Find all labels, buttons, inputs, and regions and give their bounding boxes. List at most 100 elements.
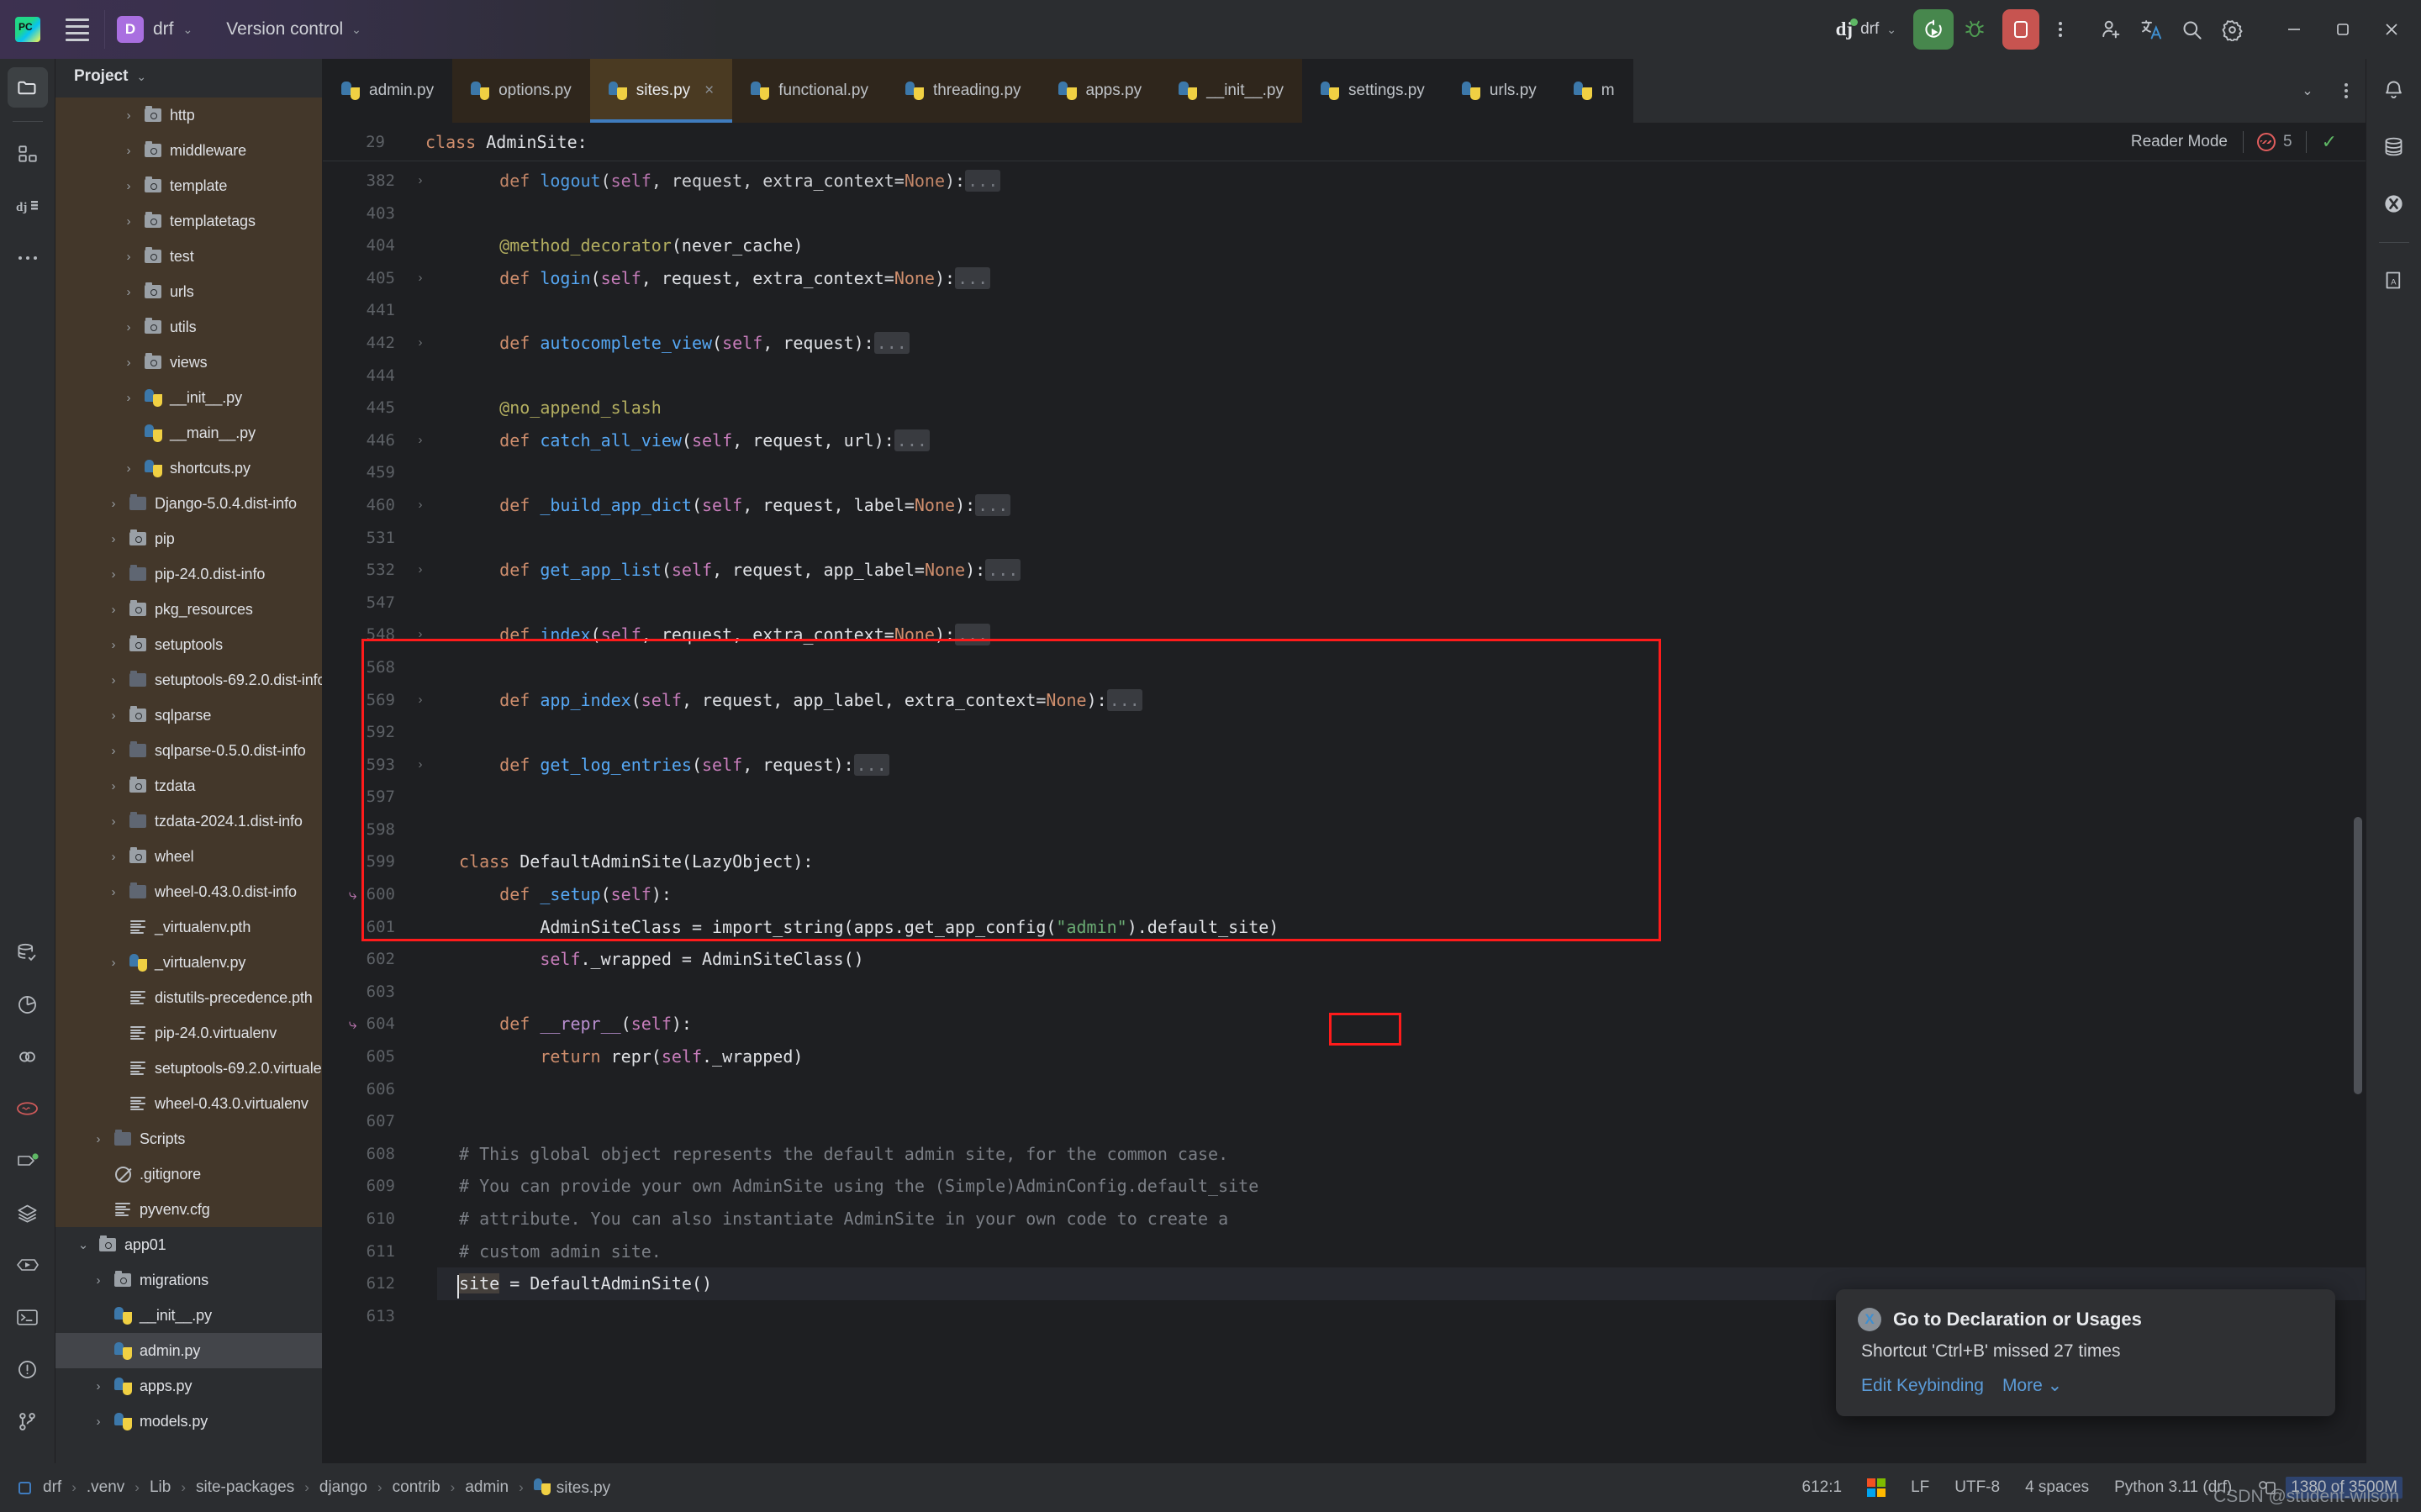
chevron-right-icon[interactable]: › bbox=[106, 850, 121, 864]
tree-item-shortcuts-py[interactable]: ›shortcuts.py bbox=[55, 450, 322, 486]
memory-indicator[interactable]: 1380 of 3500M bbox=[2257, 1477, 2403, 1499]
editor-tab-options-py[interactable]: options.py bbox=[452, 59, 590, 123]
gear-icon[interactable] bbox=[2213, 10, 2251, 49]
breadcrumb-item-django[interactable]: django bbox=[315, 1478, 372, 1497]
tree-item-urls[interactable]: ›urls bbox=[55, 274, 322, 309]
chevron-right-icon[interactable]: › bbox=[121, 391, 136, 405]
dictionary-icon[interactable]: A bbox=[2374, 260, 2414, 300]
chevron-right-icon[interactable]: › bbox=[106, 779, 121, 793]
search-icon[interactable] bbox=[2172, 10, 2211, 49]
run-configuration-selector[interactable]: dj drf ⌄ bbox=[1828, 18, 1905, 40]
check-icon[interactable]: ✓ bbox=[2307, 131, 2352, 153]
code-lines[interactable]: def logout(self, request, extra_context=… bbox=[437, 161, 2366, 1463]
tree-item--virtualenv-pth[interactable]: _virtualenv.pth bbox=[55, 909, 322, 945]
chevron-down-icon[interactable]: ⌄ bbox=[76, 1237, 91, 1252]
interpreter-selector[interactable]: Python 3.11 (drf) bbox=[2114, 1478, 2232, 1497]
notifications-problems-icon[interactable] bbox=[8, 1349, 48, 1389]
code-line[interactable] bbox=[437, 814, 2366, 846]
chevron-right-icon[interactable]: › bbox=[106, 532, 121, 546]
editor-tab-admin-py[interactable]: admin.py bbox=[323, 59, 452, 123]
tree-item-sqlparse-0-5-0-dist-info[interactable]: ›sqlparse-0.5.0.dist-info bbox=[55, 733, 322, 768]
terminal-icon[interactable] bbox=[8, 1297, 48, 1337]
breadcrumb[interactable]: drf›.venv›Lib›site-packages›django›contr… bbox=[39, 1478, 614, 1498]
code-line[interactable]: def catch_all_view(self, request, url):.… bbox=[437, 424, 2366, 457]
tree-item-wheel[interactable]: ›wheel bbox=[55, 839, 322, 874]
breadcrumb-item-admin[interactable]: admin bbox=[461, 1478, 513, 1497]
fold-toggle-icon[interactable]: › bbox=[404, 554, 437, 587]
code-line[interactable] bbox=[437, 456, 2366, 489]
tree-item-tzdata[interactable]: ›tzdata bbox=[55, 768, 322, 803]
profiler-icon[interactable] bbox=[8, 984, 48, 1025]
code-line[interactable] bbox=[437, 522, 2366, 555]
code-line[interactable]: def __repr__(self): bbox=[437, 1008, 2366, 1040]
database-icon[interactable] bbox=[2374, 126, 2414, 166]
code-line[interactable] bbox=[437, 1105, 2366, 1138]
chevron-right-icon[interactable]: › bbox=[121, 214, 136, 229]
project-tree[interactable]: ›http›middleware›template›templatetags›t… bbox=[55, 94, 322, 1463]
tree-item-setuptools[interactable]: ›setuptools bbox=[55, 627, 322, 662]
code-line[interactable] bbox=[437, 1073, 2366, 1106]
editor-tab-urls-py[interactable]: urls.py bbox=[1443, 59, 1555, 123]
code-line[interactable]: def app_index(self, request, app_label, … bbox=[437, 684, 2366, 717]
fold-toggle-icon[interactable]: › bbox=[404, 684, 437, 717]
chevron-right-icon[interactable]: › bbox=[91, 1132, 106, 1146]
breadcrumb-item-contrib[interactable]: contrib bbox=[388, 1478, 445, 1497]
more-tabs-icon[interactable]: ⌄ bbox=[2288, 59, 2327, 123]
code-line[interactable]: def get_app_list(self, request, app_labe… bbox=[437, 554, 2366, 587]
line-separator[interactable]: LF bbox=[1911, 1478, 1929, 1497]
version-control-menu[interactable]: Version control ⌄ bbox=[214, 0, 373, 59]
more-link[interactable]: More ⌄ bbox=[2002, 1375, 2062, 1396]
chevron-right-icon[interactable]: › bbox=[106, 638, 121, 652]
hamburger-menu-icon[interactable] bbox=[55, 0, 99, 59]
code-editor[interactable]: 3824034044054414424444454464594605315325… bbox=[323, 161, 2366, 1463]
tree-item-scripts[interactable]: ›Scripts bbox=[55, 1121, 322, 1156]
breadcrumb-item--venv[interactable]: .venv bbox=[82, 1478, 129, 1497]
chevron-right-icon[interactable]: › bbox=[106, 673, 121, 688]
tree-item-pip-24-0-dist-info[interactable]: ›pip-24.0.dist-info bbox=[55, 556, 322, 592]
chevron-right-icon[interactable]: › bbox=[106, 885, 121, 899]
code-line[interactable] bbox=[437, 360, 2366, 392]
translate-icon[interactable] bbox=[2132, 10, 2170, 49]
project-selector[interactable]: D drf ⌄ bbox=[110, 0, 199, 59]
caret-position[interactable]: 612:1 bbox=[1802, 1478, 1843, 1497]
tree-item--virtualenv-py[interactable]: ›_virtualenv.py bbox=[55, 945, 322, 980]
code-line[interactable]: def get_log_entries(self, request):... bbox=[437, 749, 2366, 782]
chevron-right-icon[interactable]: › bbox=[121, 461, 136, 476]
problems-icon[interactable] bbox=[8, 1088, 48, 1129]
tree-item-django-5-0-4-dist-info[interactable]: ›Django-5.0.4.dist-info bbox=[55, 486, 322, 521]
editor-tab-threading-py[interactable]: threading.py bbox=[887, 59, 1040, 123]
chevron-right-icon[interactable]: › bbox=[121, 356, 136, 370]
tree-item--init-py[interactable]: ›__init__.py bbox=[55, 380, 322, 415]
code-line[interactable]: class DefaultAdminSite(LazyObject): bbox=[437, 846, 2366, 878]
code-line[interactable]: def _build_app_dict(self, request, label… bbox=[437, 489, 2366, 522]
editor-tab-m[interactable]: m bbox=[1555, 59, 1633, 123]
windows-icon[interactable] bbox=[1867, 1478, 1886, 1497]
project-panel-header[interactable]: Project ⌄ bbox=[55, 59, 322, 94]
run-button[interactable] bbox=[1913, 9, 1954, 50]
python-packages-icon[interactable] bbox=[8, 1036, 48, 1077]
code-line[interactable]: def autocomplete_view(self, request):... bbox=[437, 327, 2366, 360]
more-tools-icon[interactable] bbox=[8, 238, 48, 278]
tree-item-sqlparse[interactable]: ›sqlparse bbox=[55, 698, 322, 733]
tree-item-pyvenv-cfg[interactable]: pyvenv.cfg bbox=[55, 1192, 322, 1227]
chevron-right-icon[interactable]: › bbox=[121, 179, 136, 193]
code-line[interactable]: def logout(self, request, extra_context=… bbox=[437, 165, 2366, 198]
reader-mode-label[interactable]: Reader Mode bbox=[2131, 133, 2243, 151]
chevron-right-icon[interactable]: › bbox=[106, 956, 121, 970]
close-icon[interactable] bbox=[2367, 0, 2416, 59]
fold-toggle-icon[interactable]: › bbox=[404, 489, 437, 522]
fold-toggle-icon[interactable]: › bbox=[404, 424, 437, 457]
tree-item-setuptools-69-2-0-dist-info[interactable]: ›setuptools-69.2.0.dist-info bbox=[55, 662, 322, 698]
services-icon[interactable] bbox=[8, 1193, 48, 1233]
tree-item--init-py[interactable]: __init__.py bbox=[55, 1298, 322, 1333]
vertical-scrollbar[interactable] bbox=[2354, 817, 2362, 1094]
code-line[interactable]: return repr(self._wrapped) bbox=[437, 1040, 2366, 1073]
code-line[interactable] bbox=[437, 651, 2366, 684]
tree-item-wheel-0-43-0-dist-info[interactable]: ›wheel-0.43.0.dist-info bbox=[55, 874, 322, 909]
code-line[interactable]: def index(self, request, extra_context=N… bbox=[437, 619, 2366, 651]
code-line[interactable]: # This global object represents the defa… bbox=[437, 1138, 2366, 1171]
tree-item--gitignore[interactable]: .gitignore bbox=[55, 1156, 322, 1192]
tree-item-utils[interactable]: ›utils bbox=[55, 309, 322, 345]
tree-item-views[interactable]: ›views bbox=[55, 345, 322, 380]
code-line[interactable] bbox=[437, 587, 2366, 619]
